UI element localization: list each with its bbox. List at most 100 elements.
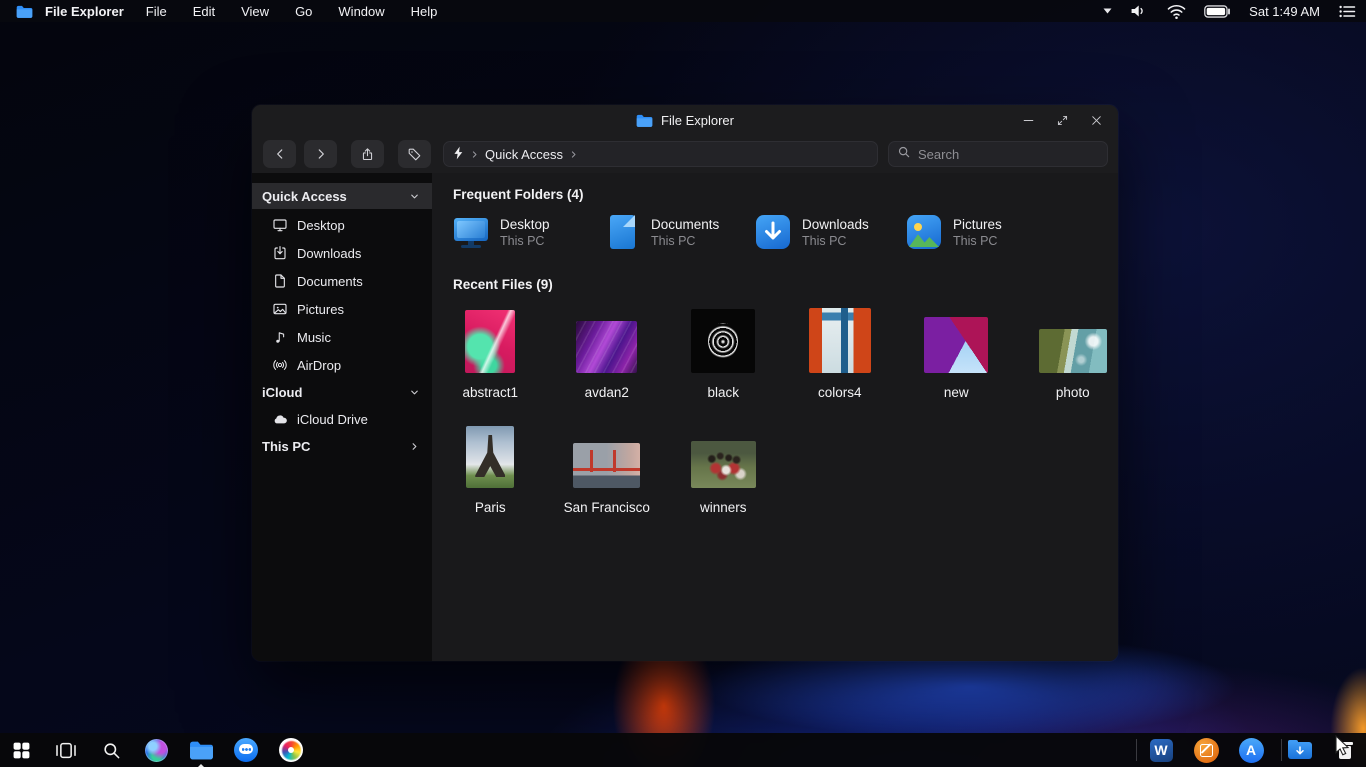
list-view-icon[interactable] — [1338, 4, 1356, 19]
back-button[interactable] — [263, 140, 296, 168]
file-black[interactable]: black — [691, 303, 756, 400]
wifi-icon[interactable] — [1167, 4, 1186, 19]
download-icon — [272, 245, 288, 261]
chevron-down-icon[interactable] — [409, 387, 420, 398]
frequent-folder-documents[interactable]: Documents This PC — [603, 213, 754, 251]
battery-icon[interactable] — [1204, 4, 1231, 18]
sidebar-item-label: Pictures — [297, 301, 344, 317]
file-new[interactable]: new — [924, 303, 989, 400]
task-view-button[interactable] — [53, 737, 79, 763]
taskbar-file-explorer-icon[interactable] — [188, 737, 214, 767]
window-titlebar[interactable]: File Explorer — [252, 105, 1118, 135]
colors4-thumbnail — [808, 308, 871, 373]
minimize-button[interactable] — [1018, 110, 1038, 130]
winners-thumbnail — [690, 441, 756, 488]
maximize-button[interactable] — [1052, 110, 1072, 130]
file-winners[interactable]: winners — [690, 418, 756, 515]
frequent-folders-row: Desktop This PC Documents This PC Download… — [452, 213, 1056, 251]
sidebar-section-quick-access[interactable]: Quick Access — [252, 183, 432, 209]
breadcrumb-bar[interactable]: Quick Access — [443, 141, 878, 167]
chevron-down-icon[interactable] — [409, 191, 420, 202]
tag-button[interactable] — [398, 140, 431, 168]
file-abstract1[interactable]: abstract1 — [462, 303, 518, 400]
menu-help[interactable]: Help — [411, 4, 438, 19]
document-icon — [272, 273, 288, 289]
share-button[interactable] — [351, 140, 384, 168]
file-san-francisco[interactable]: San Francisco — [564, 418, 650, 515]
folder-name: Desktop — [500, 216, 550, 232]
recycle-bin-icon[interactable] — [1332, 737, 1358, 763]
menu-clock[interactable]: Sat 1:49 AM — [1249, 4, 1320, 19]
sidebar-item-label: Desktop — [297, 217, 345, 233]
window-toolbar: Quick Access — [252, 135, 1118, 173]
menu-file[interactable]: File — [146, 4, 167, 19]
file-avdan2[interactable]: avdan2 — [576, 303, 638, 400]
sidebar-section-label: Quick Access — [262, 188, 347, 204]
sidebar-item-airdrop[interactable]: AirDrop — [252, 351, 432, 379]
content-pane: Frequent Folders (4) Desktop This PC Docu… — [432, 173, 1118, 661]
file-label: San Francisco — [563, 500, 650, 515]
messages-icon[interactable] — [233, 737, 259, 763]
folder-location: This PC — [651, 233, 696, 248]
file-colors4[interactable]: colors4 — [808, 303, 871, 400]
volume-icon[interactable] — [1130, 3, 1149, 19]
sidebar-item-desktop[interactable]: Desktop — [252, 211, 432, 239]
taskbar-search-button[interactable] — [98, 737, 124, 763]
word-icon[interactable]: W — [1148, 737, 1174, 763]
frequent-folder-desktop[interactable]: Desktop This PC — [452, 213, 603, 251]
window-title: File Explorer — [661, 112, 734, 128]
pictures-icon — [272, 301, 288, 317]
sidebar-item-label: iCloud Drive — [297, 411, 368, 427]
close-button[interactable] — [1086, 110, 1106, 130]
sidebar-item-downloads[interactable]: Downloads — [252, 239, 432, 267]
documents-folder-icon — [603, 213, 641, 251]
sidebar-section-icloud[interactable]: iCloud — [252, 379, 432, 405]
sidebar-item-icloud-drive[interactable]: iCloud Drive — [252, 405, 432, 433]
search-icon — [897, 145, 911, 164]
search-box[interactable] — [888, 141, 1108, 167]
downloads-folder-icon — [754, 213, 792, 251]
compose-icon[interactable] — [1193, 737, 1219, 763]
taskbar-divider — [1136, 739, 1137, 761]
paris-thumbnail — [466, 426, 515, 488]
recent-files-heading: Recent Files (9) — [453, 277, 553, 292]
sidebar-section-label: This PC — [262, 438, 311, 454]
menu-edit[interactable]: Edit — [193, 4, 215, 19]
folder-name: Pictures — [953, 216, 1002, 232]
folder-location: This PC — [802, 233, 847, 248]
breadcrumb-location[interactable]: Quick Access — [485, 147, 563, 162]
file-explorer-app-icon[interactable] — [16, 5, 33, 18]
file-photo[interactable]: photo — [1038, 303, 1107, 400]
windows-start-button[interactable] — [8, 737, 34, 763]
frequent-folder-downloads[interactable]: Downloads This PC — [754, 213, 905, 251]
file-label: black — [707, 385, 739, 400]
new-thumbnail — [924, 317, 989, 373]
app-store-icon[interactable]: A — [1238, 737, 1264, 763]
photos-icon[interactable] — [278, 737, 304, 763]
menu-view[interactable]: View — [241, 4, 269, 19]
siri-icon[interactable] — [143, 737, 169, 763]
frequent-folder-pictures[interactable]: Pictures This PC — [905, 213, 1056, 251]
photo-thumbnail — [1038, 329, 1107, 373]
downloads-folder-icon[interactable] — [1287, 737, 1313, 763]
forward-button[interactable] — [304, 140, 337, 168]
menu-go[interactable]: Go — [295, 4, 312, 19]
chevron-right-icon[interactable] — [409, 441, 420, 452]
sidebar-section-this-pc[interactable]: This PC — [252, 433, 432, 459]
sidebar-item-pictures[interactable]: Pictures — [252, 295, 432, 323]
file-paris[interactable]: Paris — [466, 418, 515, 515]
sidebar-item-documents[interactable]: Documents — [252, 267, 432, 295]
menu-window[interactable]: Window — [338, 4, 384, 19]
file-label: colors4 — [817, 385, 862, 400]
file-label: new — [943, 385, 969, 400]
sidebar-section-label: iCloud — [262, 384, 303, 400]
dropdown-triangle-icon[interactable] — [1103, 7, 1112, 15]
sidebar-item-label: Documents — [297, 273, 363, 289]
sidebar-item-label: Music — [297, 329, 331, 345]
pictures-folder-icon — [905, 213, 943, 251]
search-input[interactable] — [918, 146, 1078, 162]
sidebar-item-music[interactable]: Music — [252, 323, 432, 351]
menu-app-name[interactable]: File Explorer — [45, 4, 124, 19]
file-label: photo — [1055, 385, 1090, 400]
file-label: abstract1 — [462, 385, 519, 400]
